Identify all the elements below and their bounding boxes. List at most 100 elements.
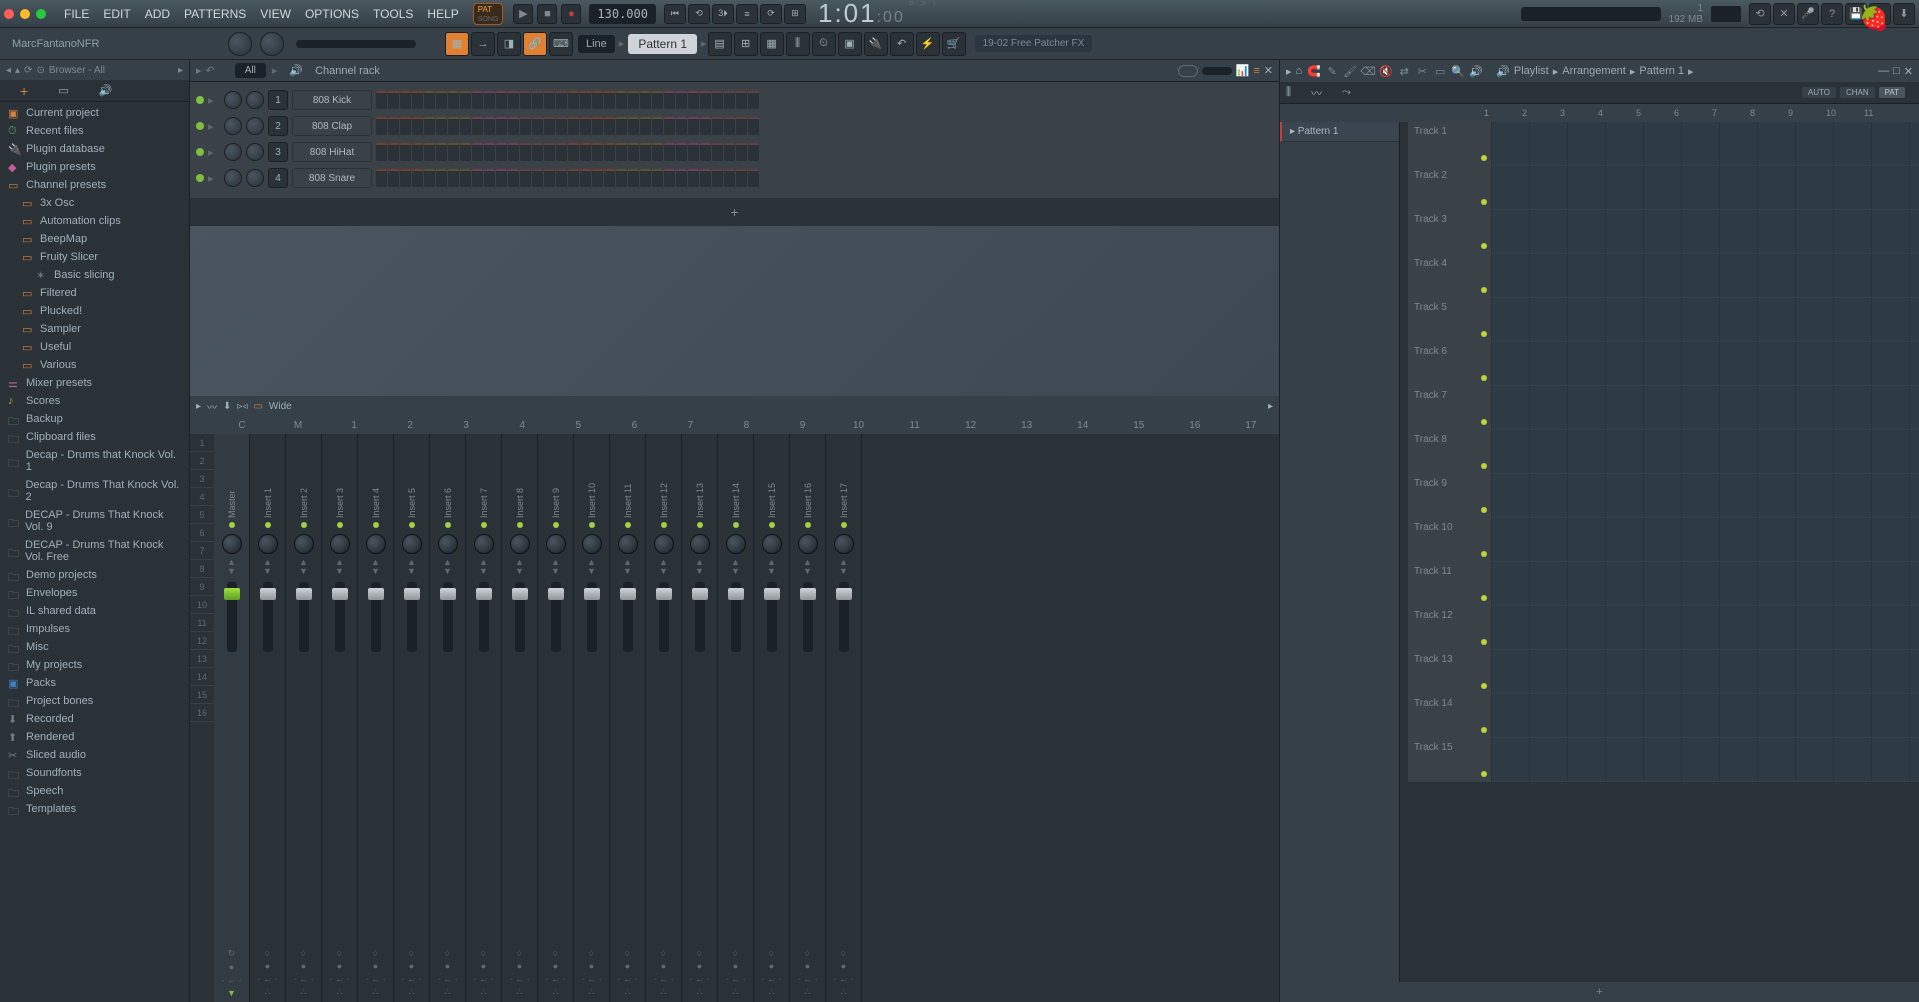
step-button[interactable] xyxy=(424,117,435,135)
track-mute-led[interactable] xyxy=(1481,243,1487,249)
mixer-track-led[interactable] xyxy=(841,522,847,528)
step-button[interactable] xyxy=(484,91,495,109)
browser-item[interactable]: ▣Packs xyxy=(0,674,189,692)
mixer-sep-icon[interactable]: · ← · xyxy=(834,974,854,984)
mixer-track-led[interactable] xyxy=(229,522,235,528)
pl-tool-slice-icon[interactable]: ✂ xyxy=(1414,63,1430,79)
mixer-fader[interactable] xyxy=(767,582,777,652)
mixer-dock-icon[interactable]: ● xyxy=(445,961,450,971)
step-button[interactable] xyxy=(412,169,423,187)
link-icon[interactable]: 🔗 xyxy=(523,32,547,56)
menu-patterns[interactable]: PATTERNS xyxy=(178,3,252,25)
midi-icon[interactable]: 🎤 xyxy=(1797,3,1819,25)
mixer-track-led[interactable] xyxy=(409,522,415,528)
browser-item[interactable]: 🗀Speech xyxy=(0,782,189,800)
channel-name-button[interactable]: 808 HiHat xyxy=(292,142,372,162)
fx-enable-icon[interactable]: ○ xyxy=(409,948,414,958)
track-mute-led[interactable] xyxy=(1481,507,1487,513)
mixer-dock-icon[interactable]: ● xyxy=(841,961,846,971)
mixer-slot-number[interactable]: 14 xyxy=(190,668,214,686)
step-button[interactable] xyxy=(568,143,579,161)
stereo-sep-icon[interactable]: ▲▼ xyxy=(227,558,236,576)
mixer-track-number[interactable]: 8 xyxy=(718,420,774,431)
mixer-slot-number[interactable]: 10 xyxy=(190,596,214,614)
mixer-track-number[interactable]: 14 xyxy=(1055,420,1111,431)
fader-handle[interactable] xyxy=(512,588,528,600)
step-button[interactable] xyxy=(640,117,651,135)
fx-enable-icon[interactable]: ○ xyxy=(589,948,594,958)
mixer-track-number[interactable]: 17 xyxy=(1223,420,1279,431)
step-button[interactable] xyxy=(388,143,399,161)
channel-mute-led[interactable] xyxy=(196,96,204,104)
step-button[interactable] xyxy=(592,91,603,109)
step-button[interactable] xyxy=(424,143,435,161)
step-button[interactable] xyxy=(484,143,495,161)
tempo-display[interactable]: 130.000 xyxy=(589,4,656,24)
playlist-track-header[interactable]: Track 13 xyxy=(1408,650,1492,693)
snap-selector[interactable]: Line xyxy=(578,35,615,53)
mixer-pan-knob[interactable] xyxy=(222,534,242,554)
step-button[interactable] xyxy=(508,117,519,135)
playlist-track-header[interactable]: Track 11 xyxy=(1408,562,1492,605)
stereo-sep-icon[interactable]: ▲▼ xyxy=(335,558,344,576)
step-button[interactable] xyxy=(544,117,555,135)
browser-audio-icon[interactable]: 🔊 xyxy=(99,84,113,97)
step-button[interactable] xyxy=(472,117,483,135)
mixer-track[interactable]: Insert 8▲▼○●· ← ·∴ xyxy=(502,434,538,1002)
mixer-sep-icon[interactable]: · ← · xyxy=(258,974,278,984)
mixer-track[interactable]: Master▲▼↻●· ← ·▼ xyxy=(214,434,250,1002)
playlist-track-header[interactable]: Track 6 xyxy=(1408,342,1492,385)
browser-reload-icon[interactable]: ⟳ xyxy=(24,65,32,76)
step-button[interactable] xyxy=(604,117,615,135)
fx-enable-icon[interactable]: ○ xyxy=(373,948,378,958)
step-button[interactable] xyxy=(460,143,471,161)
fx-enable-icon[interactable]: ○ xyxy=(553,948,558,958)
mixer-pan-knob[interactable] xyxy=(654,534,674,554)
step-button[interactable] xyxy=(400,91,411,109)
loop-rec-icon[interactable]: ⟳ xyxy=(760,4,782,24)
browser-item[interactable]: ▭Filtered xyxy=(0,284,189,302)
mixer-track[interactable]: Insert 12▲▼○●· ← ·∴ xyxy=(646,434,682,1002)
playlist-track-lane[interactable] xyxy=(1492,254,1919,297)
step-button[interactable] xyxy=(676,169,687,187)
browser-up-icon[interactable]: ▴ xyxy=(15,65,20,76)
mixer-route-icon[interactable]: ∴ xyxy=(301,987,307,998)
fx-enable-icon[interactable]: ○ xyxy=(517,948,522,958)
mixer-track-number[interactable]: 13 xyxy=(999,420,1055,431)
step-button[interactable] xyxy=(580,169,591,187)
playlist-min-icon[interactable]: — xyxy=(1878,65,1889,78)
fader-handle[interactable] xyxy=(440,588,456,600)
mixer-fader[interactable] xyxy=(443,582,453,652)
browser-item[interactable]: ▭Useful xyxy=(0,338,189,356)
step-button[interactable] xyxy=(688,91,699,109)
browser-item[interactable]: ◆Plugin presets xyxy=(0,158,189,176)
mixer-fader[interactable] xyxy=(371,582,381,652)
track-mute-led[interactable] xyxy=(1481,771,1487,777)
mixer-slot-number[interactable]: 3 xyxy=(190,470,214,488)
mixer-sep-icon[interactable]: · ← · xyxy=(546,974,566,984)
playlist-track-header[interactable]: Track 1 xyxy=(1408,122,1492,165)
mixer-dock-icon[interactable]: ● xyxy=(229,962,234,972)
step-button[interactable] xyxy=(388,91,399,109)
pl-tool-zoom-icon[interactable]: 🔍 xyxy=(1450,63,1466,79)
step-button[interactable] xyxy=(460,91,471,109)
browser-item[interactable]: 🗀DECAP - Drums That Knock Vol. Free xyxy=(0,536,189,566)
track-mute-led[interactable] xyxy=(1481,419,1487,425)
step-button[interactable] xyxy=(412,91,423,109)
mixer-route-icon[interactable]: ∴ xyxy=(733,987,739,998)
fader-handle[interactable] xyxy=(800,588,816,600)
mixer-sep-icon[interactable]: · ← · xyxy=(762,974,782,984)
mixer-route-icon[interactable]: ∴ xyxy=(373,987,379,998)
mixer-slot-number[interactable]: 12 xyxy=(190,632,214,650)
fx-enable-icon[interactable]: ○ xyxy=(265,948,270,958)
mixer-track-number[interactable]: 15 xyxy=(1111,420,1167,431)
step-button[interactable] xyxy=(436,117,447,135)
step-button[interactable] xyxy=(448,91,459,109)
playlist-title[interactable]: Playlist xyxy=(1514,65,1549,77)
browser-item[interactable]: 🗀Clipboard files xyxy=(0,428,189,446)
pattern-selector[interactable]: Pattern 1 xyxy=(628,34,697,54)
step-button[interactable] xyxy=(532,169,543,187)
toolbar-undo-button[interactable]: ↶ xyxy=(890,32,914,56)
step-button[interactable] xyxy=(496,169,507,187)
mixer-track-led[interactable] xyxy=(805,522,811,528)
